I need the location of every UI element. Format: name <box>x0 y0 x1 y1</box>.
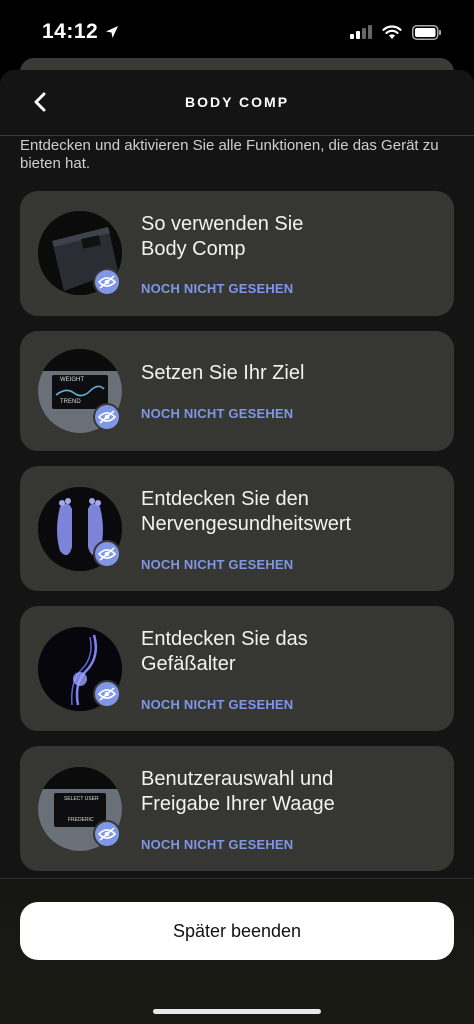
wifi-icon <box>382 24 402 39</box>
status-icons <box>350 24 442 40</box>
status-time-text: 14:12 <box>42 20 99 43</box>
thumb-weight-label: WEIGHT <box>60 377 84 383</box>
nav-bar: BODY COMP <box>0 70 474 136</box>
eye-icon <box>93 268 121 296</box>
card-title: Benutzerauswahl und Freigabe Ihrer Waage <box>141 768 335 815</box>
card-status: NOCH NICHT GESEHEN <box>141 837 294 852</box>
feature-card-vascular-age[interactable]: Entdecken Sie das Gefäßalter NOCH NICHT … <box>20 606 454 731</box>
card-status: NOCH NICHT GESEHEN <box>141 281 294 296</box>
card-title: So verwenden Sie Body Comp <box>141 213 304 260</box>
card-title: Setzen Sie Ihr Ziel <box>141 362 305 384</box>
feature-card-nerve-health[interactable]: Entdecken Sie den Nervengesundheitswert … <box>20 466 454 591</box>
eye-icon <box>93 820 121 848</box>
signal-icon <box>350 25 372 39</box>
eye-icon <box>93 680 121 708</box>
thumb-user-label: FREDERIC <box>68 817 94 823</box>
feature-card-user-selection[interactable]: SELECT USER FREDERIC Benutzerauswahl und… <box>20 746 454 871</box>
feature-card-how-to-use[interactable]: So verwenden Sie Body Comp NOCH NICHT GE… <box>20 191 454 316</box>
eye-icon <box>93 540 121 568</box>
intro-text: Entdecken und aktivieren Sie alle Funkti… <box>20 137 439 172</box>
bottom-bar: Später beenden <box>0 878 474 1024</box>
card-title: Entdecken Sie das Gefäßalter <box>141 628 308 675</box>
card-status: NOCH NICHT GESEHEN <box>141 697 294 712</box>
card-status: NOCH NICHT GESEHEN <box>141 406 294 421</box>
status-time: 14:12 <box>42 20 120 44</box>
thumb-trend-label: TREND <box>60 399 81 405</box>
thumb-select-user-label: SELECT USER <box>64 796 99 802</box>
card-title: Entdecken Sie den Nervengesundheitswert <box>141 488 352 535</box>
status-bar: 14:12 <box>0 0 474 64</box>
feature-card-set-goal[interactable]: WEIGHT TREND Setzen Sie Ihr Ziel NOCH NI… <box>20 331 454 451</box>
home-indicator[interactable] <box>153 1009 321 1014</box>
page-title: BODY COMP <box>184 94 290 110</box>
location-arrow-icon <box>106 26 119 38</box>
eye-icon <box>93 403 121 431</box>
battery-icon <box>412 24 441 40</box>
card-status: NOCH NICHT GESEHEN <box>141 557 294 572</box>
finish-later-button[interactable]: Später beenden <box>20 902 454 960</box>
